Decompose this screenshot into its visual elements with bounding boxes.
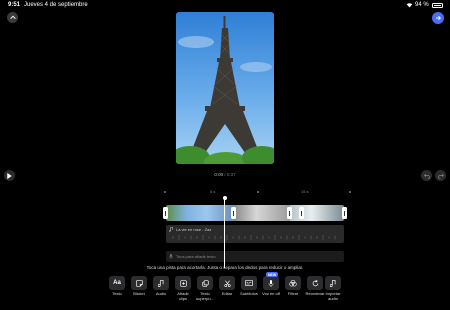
audio-track[interactable]: La vie en rose - Zaz: [166, 225, 344, 243]
battery-icon: [432, 3, 443, 8]
play-icon: [7, 172, 12, 179]
tool-label: Añadir clips: [177, 291, 189, 301]
sticker-icon: [135, 279, 143, 287]
captions-icon: [245, 280, 253, 286]
tool-label: Subtítulos: [240, 291, 258, 296]
trim-handle[interactable]: [299, 207, 304, 219]
video-preview[interactable]: [176, 12, 274, 164]
trim-handle[interactable]: [342, 207, 347, 219]
battery-percent: 94 %: [415, 2, 429, 8]
audio-waveform: [172, 235, 336, 240]
text-icon: Aa: [113, 280, 121, 286]
scissors-icon: [223, 280, 231, 287]
tool-audio[interactable]: Audio: [149, 276, 173, 297]
add-clip-icon: [179, 279, 187, 287]
clip-2[interactable]: [234, 205, 290, 221]
music-note-icon: [158, 279, 164, 287]
done-button[interactable]: [432, 12, 444, 24]
text-track-label: Toca para añadir texto: [176, 254, 216, 259]
tool-label: Importar audio: [325, 291, 341, 301]
tool-label: Texto: [112, 291, 122, 296]
trim-handle[interactable]: [231, 207, 236, 219]
collapse-button[interactable]: [7, 12, 18, 23]
tool-add-clips[interactable]: Añadir clips: [171, 276, 195, 301]
total-time: 0:37: [226, 172, 236, 177]
mic-icon: [169, 254, 173, 259]
tool-sticker[interactable]: Sticker: [127, 276, 151, 297]
time-readout: 0:00 / 0:37: [0, 172, 450, 177]
chevron-up-icon: [9, 15, 16, 20]
wifi-icon: [406, 2, 413, 10]
music-note-icon: [169, 227, 173, 232]
tool-edit[interactable]: Editar: [215, 276, 239, 297]
tool-voiceover[interactable]: Voz en off: [259, 276, 283, 297]
trim-handle[interactable]: [287, 207, 292, 219]
arrow-right-icon: [435, 15, 441, 21]
playhead[interactable]: [224, 198, 225, 268]
tool-import-audio[interactable]: Importar audio: [321, 276, 345, 301]
play-button[interactable]: [4, 170, 15, 181]
ruler-label-5s: 5 s: [210, 189, 216, 194]
ruler-tick: [164, 191, 166, 193]
audio-track-label: La vie en rose - Zaz: [176, 227, 212, 232]
current-time: 0:00: [214, 172, 224, 177]
tool-filter[interactable]: Filtrar: [281, 276, 305, 297]
tool-label: Editar: [221, 291, 233, 296]
tool-text[interactable]: Aa Texto: [105, 276, 129, 297]
tool-label: Voz en off: [262, 291, 280, 296]
overlay-icon: [201, 279, 209, 287]
video-clips-track[interactable]: [166, 205, 344, 221]
status-time: 9:51: [8, 2, 21, 8]
microphone-icon: [268, 279, 274, 287]
tool-label: Sticker: [132, 291, 146, 296]
reorder-icon: [312, 279, 318, 286]
text-track[interactable]: Toca para añadir texto: [166, 251, 344, 262]
playhead-knob[interactable]: [222, 196, 227, 200]
redo-button[interactable]: [435, 170, 446, 181]
tool-overlay[interactable]: Texto superpu...: [193, 276, 217, 301]
status-date: Jueves 4 de septiembre: [24, 2, 88, 8]
new-badge: NEW: [266, 272, 279, 277]
tool-label: Filtrar: [287, 291, 299, 296]
redo-icon: [437, 173, 444, 179]
tool-label: Audio: [155, 291, 167, 296]
import-audio-icon: [330, 279, 336, 287]
tool-captions[interactable]: Subtítulos: [237, 276, 261, 297]
ruler-label-15s: 15 s: [301, 189, 309, 194]
time-separator: /: [224, 172, 226, 177]
timeline-hint: Toca una pista para acortarla. Junta o s…: [146, 265, 304, 270]
filter-icon: [289, 279, 297, 286]
tool-label: Texto superpu...: [196, 291, 214, 301]
ruler-tick: [257, 191, 259, 193]
ruler-tick: [349, 191, 351, 193]
trim-handle[interactable]: [163, 207, 168, 219]
undo-button[interactable]: [421, 170, 432, 181]
undo-icon: [423, 173, 430, 179]
